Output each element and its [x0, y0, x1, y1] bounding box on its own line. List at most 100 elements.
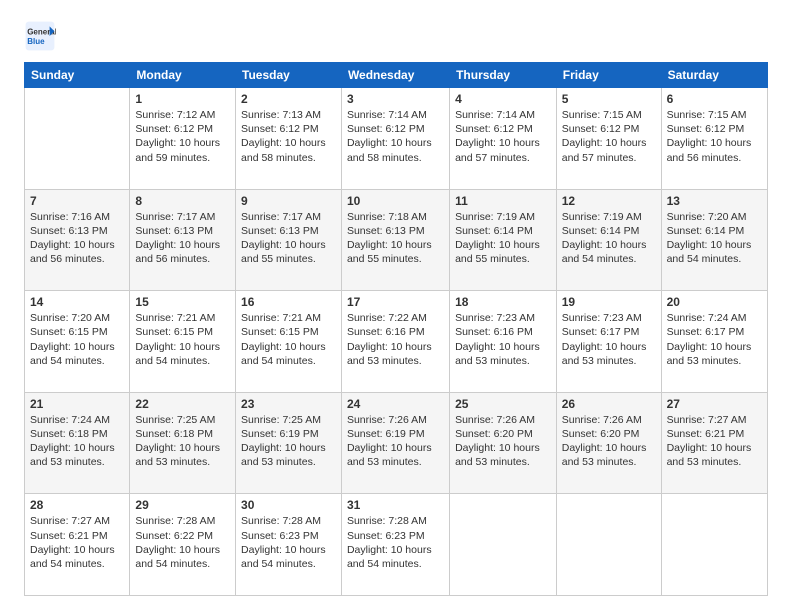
day-info: Sunrise: 7:27 AM Sunset: 6:21 PM Dayligh… — [30, 514, 124, 571]
day-number: 3 — [347, 92, 444, 106]
day-number: 9 — [241, 194, 336, 208]
header-cell-tuesday: Tuesday — [236, 63, 342, 88]
day-info: Sunrise: 7:20 AM Sunset: 6:14 PM Dayligh… — [667, 210, 762, 267]
header-cell-friday: Friday — [556, 63, 661, 88]
day-cell: 8 Sunrise: 7:17 AM Sunset: 6:13 PM Daylig… — [130, 189, 236, 291]
day-cell: 31 Sunrise: 7:28 AM Sunset: 6:23 PM Dayli… — [341, 494, 449, 596]
day-cell: 20 Sunrise: 7:24 AM Sunset: 6:17 PM Dayli… — [661, 291, 767, 393]
day-cell: 7 Sunrise: 7:16 AM Sunset: 6:13 PM Daylig… — [25, 189, 130, 291]
day-number: 14 — [30, 295, 124, 309]
day-info: Sunrise: 7:23 AM Sunset: 6:17 PM Dayligh… — [562, 311, 656, 368]
day-cell: 16Sunrise: 7:21 AM Sunset: 6:15 PM Dayli… — [236, 291, 342, 393]
day-cell: 28 Sunrise: 7:27 AM Sunset: 6:21 PM Dayli… — [25, 494, 130, 596]
day-number: 28 — [30, 498, 124, 512]
day-cell: 17Sunrise: 7:22 AM Sunset: 6:16 PM Dayli… — [341, 291, 449, 393]
day-info: Sunrise: 7:20 AM Sunset: 6:15 PM Dayligh… — [30, 311, 124, 368]
day-number: 4 — [455, 92, 551, 106]
day-info: Sunrise: 7:14 AM Sunset: 6:12 PM Dayligh… — [347, 108, 444, 165]
day-number: 18 — [455, 295, 551, 309]
day-cell: 11Sunrise: 7:19 AM Sunset: 6:14 PM Dayli… — [450, 189, 557, 291]
day-number: 30 — [241, 498, 336, 512]
svg-text:Blue: Blue — [27, 37, 45, 46]
day-info: Sunrise: 7:24 AM Sunset: 6:18 PM Dayligh… — [30, 413, 124, 470]
calendar-page: General Blue SundayMondayTuesdayWednesda… — [0, 0, 792, 612]
day-cell: 25 Sunrise: 7:26 AM Sunset: 6:20 PM Dayli… — [450, 392, 557, 494]
day-cell: 27 Sunrise: 7:27 AM Sunset: 6:21 PM Dayli… — [661, 392, 767, 494]
day-cell: 15 Sunrise: 7:21 AM Sunset: 6:15 PM Dayli… — [130, 291, 236, 393]
day-number: 22 — [135, 397, 230, 411]
day-cell — [25, 88, 130, 190]
day-cell: 30 Sunrise: 7:28 AM Sunset: 6:23 PM Dayli… — [236, 494, 342, 596]
day-info: Sunrise: 7:17 AM Sunset: 6:13 PM Dayligh… — [241, 210, 336, 267]
day-cell: 3 Sunrise: 7:14 AM Sunset: 6:12 PM Daylig… — [341, 88, 449, 190]
header-cell-saturday: Saturday — [661, 63, 767, 88]
day-cell: 14 Sunrise: 7:20 AM Sunset: 6:15 PM Dayli… — [25, 291, 130, 393]
day-info: Sunrise: 7:28 AM Sunset: 6:23 PM Dayligh… — [241, 514, 336, 571]
week-row-4: 21Sunrise: 7:24 AM Sunset: 6:18 PM Dayli… — [25, 392, 768, 494]
week-row-3: 14 Sunrise: 7:20 AM Sunset: 6:15 PM Dayli… — [25, 291, 768, 393]
day-cell: 29 Sunrise: 7:28 AM Sunset: 6:22 PM Dayli… — [130, 494, 236, 596]
day-number: 24 — [347, 397, 444, 411]
day-info: Sunrise: 7:19 AM Sunset: 6:14 PM Dayligh… — [455, 210, 551, 267]
day-info: Sunrise: 7:16 AM Sunset: 6:13 PM Dayligh… — [30, 210, 124, 267]
header-row: SundayMondayTuesdayWednesdayThursdayFrid… — [25, 63, 768, 88]
day-cell: 22 Sunrise: 7:25 AM Sunset: 6:18 PM Dayli… — [130, 392, 236, 494]
day-info: Sunrise: 7:23 AM Sunset: 6:16 PM Dayligh… — [455, 311, 551, 368]
day-info: Sunrise: 7:22 AM Sunset: 6:16 PM Dayligh… — [347, 311, 444, 368]
day-info: Sunrise: 7:27 AM Sunset: 6:21 PM Dayligh… — [667, 413, 762, 470]
day-number: 26 — [562, 397, 656, 411]
day-cell: 5 Sunrise: 7:15 AM Sunset: 6:12 PM Daylig… — [556, 88, 661, 190]
day-cell: 1Sunrise: 7:12 AM Sunset: 6:12 PM Daylig… — [130, 88, 236, 190]
day-number: 29 — [135, 498, 230, 512]
day-cell: 21Sunrise: 7:24 AM Sunset: 6:18 PM Dayli… — [25, 392, 130, 494]
day-number: 12 — [562, 194, 656, 208]
day-info: Sunrise: 7:21 AM Sunset: 6:15 PM Dayligh… — [135, 311, 230, 368]
day-cell: 9 Sunrise: 7:17 AM Sunset: 6:13 PM Daylig… — [236, 189, 342, 291]
logo: General Blue — [24, 20, 56, 52]
logo-icon: General Blue — [24, 20, 56, 52]
day-number: 1 — [135, 92, 230, 106]
day-number: 5 — [562, 92, 656, 106]
day-number: 16 — [241, 295, 336, 309]
day-cell: 23Sunrise: 7:25 AM Sunset: 6:19 PM Dayli… — [236, 392, 342, 494]
day-cell — [661, 494, 767, 596]
day-info: Sunrise: 7:17 AM Sunset: 6:13 PM Dayligh… — [135, 210, 230, 267]
header-cell-monday: Monday — [130, 63, 236, 88]
calendar-body: 1Sunrise: 7:12 AM Sunset: 6:12 PM Daylig… — [25, 88, 768, 596]
week-row-5: 28 Sunrise: 7:27 AM Sunset: 6:21 PM Dayli… — [25, 494, 768, 596]
calendar-table: SundayMondayTuesdayWednesdayThursdayFrid… — [24, 62, 768, 596]
day-cell: 4 Sunrise: 7:14 AM Sunset: 6:12 PM Daylig… — [450, 88, 557, 190]
day-info: Sunrise: 7:28 AM Sunset: 6:23 PM Dayligh… — [347, 514, 444, 571]
day-info: Sunrise: 7:25 AM Sunset: 6:18 PM Dayligh… — [135, 413, 230, 470]
day-cell — [450, 494, 557, 596]
day-cell: 19Sunrise: 7:23 AM Sunset: 6:17 PM Dayli… — [556, 291, 661, 393]
day-number: 27 — [667, 397, 762, 411]
day-info: Sunrise: 7:26 AM Sunset: 6:20 PM Dayligh… — [562, 413, 656, 470]
day-number: 15 — [135, 295, 230, 309]
day-info: Sunrise: 7:13 AM Sunset: 6:12 PM Dayligh… — [241, 108, 336, 165]
day-info: Sunrise: 7:14 AM Sunset: 6:12 PM Dayligh… — [455, 108, 551, 165]
day-info: Sunrise: 7:26 AM Sunset: 6:20 PM Dayligh… — [455, 413, 551, 470]
day-number: 23 — [241, 397, 336, 411]
day-cell: 10Sunrise: 7:18 AM Sunset: 6:13 PM Dayli… — [341, 189, 449, 291]
day-number: 31 — [347, 498, 444, 512]
day-number: 2 — [241, 92, 336, 106]
day-info: Sunrise: 7:28 AM Sunset: 6:22 PM Dayligh… — [135, 514, 230, 571]
day-info: Sunrise: 7:15 AM Sunset: 6:12 PM Dayligh… — [562, 108, 656, 165]
day-cell — [556, 494, 661, 596]
day-info: Sunrise: 7:18 AM Sunset: 6:13 PM Dayligh… — [347, 210, 444, 267]
calendar-header: SundayMondayTuesdayWednesdayThursdayFrid… — [25, 63, 768, 88]
day-cell: 24Sunrise: 7:26 AM Sunset: 6:19 PM Dayli… — [341, 392, 449, 494]
day-info: Sunrise: 7:24 AM Sunset: 6:17 PM Dayligh… — [667, 311, 762, 368]
day-cell: 6Sunrise: 7:15 AM Sunset: 6:12 PM Daylig… — [661, 88, 767, 190]
day-cell: 2 Sunrise: 7:13 AM Sunset: 6:12 PM Daylig… — [236, 88, 342, 190]
day-info: Sunrise: 7:15 AM Sunset: 6:12 PM Dayligh… — [667, 108, 762, 165]
day-info: Sunrise: 7:19 AM Sunset: 6:14 PM Dayligh… — [562, 210, 656, 267]
day-cell: 12 Sunrise: 7:19 AM Sunset: 6:14 PM Dayli… — [556, 189, 661, 291]
day-number: 7 — [30, 194, 124, 208]
day-number: 20 — [667, 295, 762, 309]
day-cell: 13Sunrise: 7:20 AM Sunset: 6:14 PM Dayli… — [661, 189, 767, 291]
day-number: 8 — [135, 194, 230, 208]
week-row-2: 7 Sunrise: 7:16 AM Sunset: 6:13 PM Daylig… — [25, 189, 768, 291]
day-number: 25 — [455, 397, 551, 411]
